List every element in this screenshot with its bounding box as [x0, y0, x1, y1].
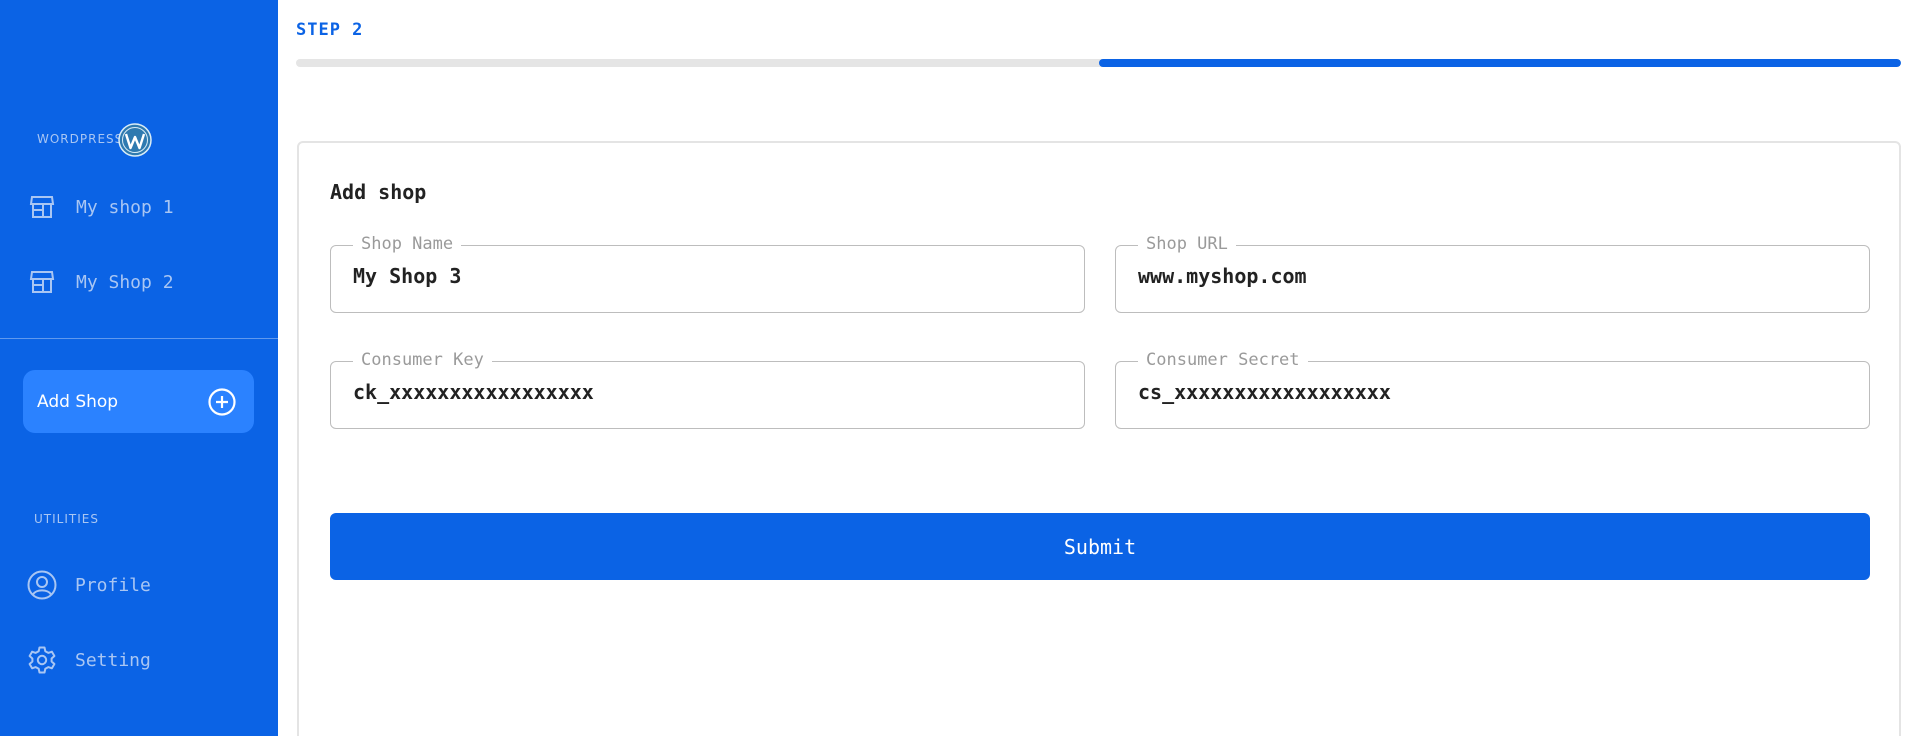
submit-button[interactable]: Submit	[330, 513, 1870, 580]
shop-name-field: Shop Name	[330, 234, 1085, 313]
store-icon	[26, 266, 58, 298]
step-label: STEP 2	[296, 20, 364, 40]
consumer-secret-input[interactable]	[1138, 380, 1838, 404]
shop-url-label: Shop URL	[1138, 234, 1236, 254]
sidebar-item-label: Setting	[75, 649, 151, 671]
wordpress-logo-icon	[118, 123, 152, 157]
sidebar-divider	[0, 338, 278, 339]
wordpress-section-label: WORDPRESS	[37, 132, 124, 146]
plus-circle-icon	[208, 388, 236, 416]
consumer-secret-field: Consumer Secret	[1115, 350, 1870, 429]
sidebar-item-my-shop-1[interactable]: My shop 1	[0, 184, 278, 230]
gear-icon	[26, 644, 58, 676]
consumer-key-field: Consumer Key	[330, 350, 1085, 429]
store-icon	[26, 191, 58, 223]
user-circle-icon	[26, 569, 58, 601]
add-shop-label: Add Shop	[37, 391, 119, 412]
consumer-key-label: Consumer Key	[353, 350, 492, 370]
sidebar-item-my-shop-2[interactable]: My Shop 2	[0, 259, 278, 305]
shop-name-label: Shop Name	[353, 234, 462, 254]
sidebar-item-label: My shop 1	[76, 196, 174, 218]
shop-url-input[interactable]	[1138, 264, 1838, 288]
sidebar-item-label: Profile	[75, 574, 151, 596]
card-title: Add shop	[330, 180, 427, 204]
sidebar-item-label: My Shop 2	[76, 271, 174, 293]
utilities-section-label: UTILITIES	[34, 512, 99, 526]
add-shop-card: Add shop Shop Name Shop URL Consumer Key…	[297, 141, 1901, 736]
add-shop-button[interactable]: Add Shop	[23, 370, 254, 433]
shop-url-field: Shop URL	[1115, 234, 1870, 313]
sidebar-item-profile[interactable]: Profile	[0, 562, 278, 608]
sidebar-item-setting[interactable]: Setting	[0, 637, 278, 683]
consumer-key-input[interactable]	[353, 380, 1053, 404]
progress-bar	[296, 59, 1901, 67]
progress-bar-fill	[1098, 59, 1901, 67]
shop-name-input[interactable]	[353, 264, 1053, 288]
consumer-secret-label: Consumer Secret	[1138, 350, 1308, 370]
sidebar: WORDPRESS My shop 1 My Shop 2 Add Shop U…	[0, 0, 278, 736]
